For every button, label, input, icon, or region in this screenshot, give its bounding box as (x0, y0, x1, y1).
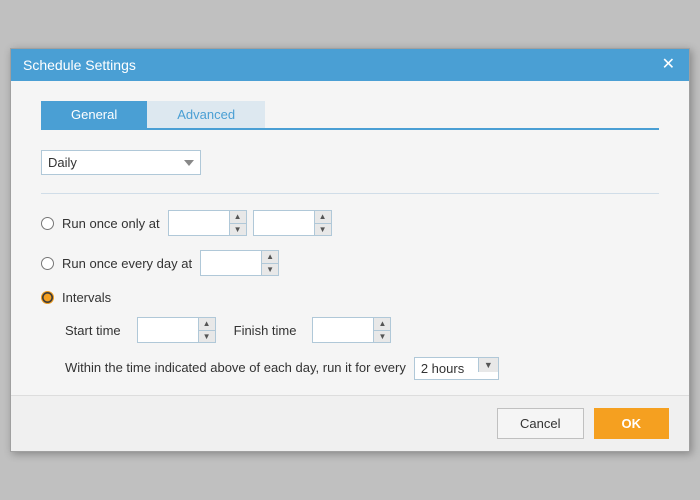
run-once-only-row: Run once only at 2019/7/3 ▲ ▼ 17:35 ▲ ▼ (41, 210, 659, 236)
within-row: Within the time indicated above of each … (65, 357, 659, 380)
intervals-radio[interactable] (41, 291, 54, 304)
separator-1 (41, 193, 659, 194)
run-once-time-down[interactable]: ▼ (315, 223, 331, 235)
start-time-input[interactable]: 12:00 (138, 320, 198, 341)
finish-time-btns: ▲ ▼ (373, 318, 390, 342)
cancel-button[interactable]: Cancel (497, 408, 583, 439)
run-every-day-time-up[interactable]: ▲ (262, 251, 278, 263)
start-time-down[interactable]: ▼ (199, 330, 215, 342)
intervals-label: Intervals (62, 290, 111, 305)
run-once-time-input[interactable]: 17:35 (254, 213, 314, 234)
close-button[interactable]: ✕ (660, 57, 677, 73)
finish-time-spinbox: 22:00 ▲ ▼ (312, 317, 391, 343)
intervals-row: Intervals (41, 290, 659, 305)
finish-time-down[interactable]: ▼ (374, 330, 390, 342)
run-once-date-down[interactable]: ▼ (230, 223, 246, 235)
every-dropdown-arrow[interactable]: ▼ (478, 358, 498, 372)
run-once-only-label: Run once only at (62, 216, 160, 231)
run-once-every-day-label: Run once every day at (62, 256, 192, 271)
dialog-footer: Cancel OK (11, 395, 689, 451)
dialog-body: General Advanced Daily Weekly Monthly Ru… (11, 81, 689, 395)
frequency-select[interactable]: Daily Weekly Monthly (41, 150, 201, 175)
run-once-date-input[interactable]: 2019/7/3 (169, 213, 229, 234)
finish-time-input[interactable]: 22:00 (313, 320, 373, 341)
start-finish-row: Start time 12:00 ▲ ▼ Finish time 22:00 ▲… (65, 317, 659, 343)
every-dropdown-container: 1 hours 2 hours 3 hours 4 hours 6 hours … (414, 357, 499, 380)
run-every-day-time-btns: ▲ ▼ (261, 251, 278, 275)
tab-advanced[interactable]: Advanced (147, 101, 265, 128)
ok-button[interactable]: OK (594, 408, 670, 439)
run-once-date-btns: ▲ ▼ (229, 211, 246, 235)
tabs-container: General Advanced (41, 101, 659, 130)
every-select[interactable]: 1 hours 2 hours 3 hours 4 hours 6 hours … (415, 358, 478, 379)
run-once-date-spinbox: 2019/7/3 ▲ ▼ (168, 210, 247, 236)
within-text: Within the time indicated above of each … (65, 358, 406, 379)
finish-time-up[interactable]: ▲ (374, 318, 390, 330)
run-every-day-time-spinbox: 17:35 ▲ ▼ (200, 250, 279, 276)
start-time-up[interactable]: ▲ (199, 318, 215, 330)
run-once-only-radio[interactable] (41, 217, 54, 230)
dialog-title: Schedule Settings (23, 57, 136, 73)
run-once-every-day-row: Run once every day at 17:35 ▲ ▼ (41, 250, 659, 276)
title-bar: Schedule Settings ✕ (11, 49, 689, 81)
finish-time-label: Finish time (234, 323, 297, 338)
run-every-day-time-down[interactable]: ▼ (262, 263, 278, 275)
schedule-settings-dialog: Schedule Settings ✕ General Advanced Dai… (10, 48, 690, 452)
start-time-btns: ▲ ▼ (198, 318, 215, 342)
start-time-label: Start time (65, 323, 121, 338)
start-time-spinbox: 12:00 ▲ ▼ (137, 317, 216, 343)
run-once-date-up[interactable]: ▲ (230, 211, 246, 223)
run-once-every-day-radio[interactable] (41, 257, 54, 270)
run-once-time-spinbox: 17:35 ▲ ▼ (253, 210, 332, 236)
run-once-time-up[interactable]: ▲ (315, 211, 331, 223)
run-every-day-time-input[interactable]: 17:35 (201, 253, 261, 274)
tab-general[interactable]: General (41, 101, 147, 128)
run-once-time-btns: ▲ ▼ (314, 211, 331, 235)
frequency-dropdown-row: Daily Weekly Monthly (41, 150, 659, 175)
